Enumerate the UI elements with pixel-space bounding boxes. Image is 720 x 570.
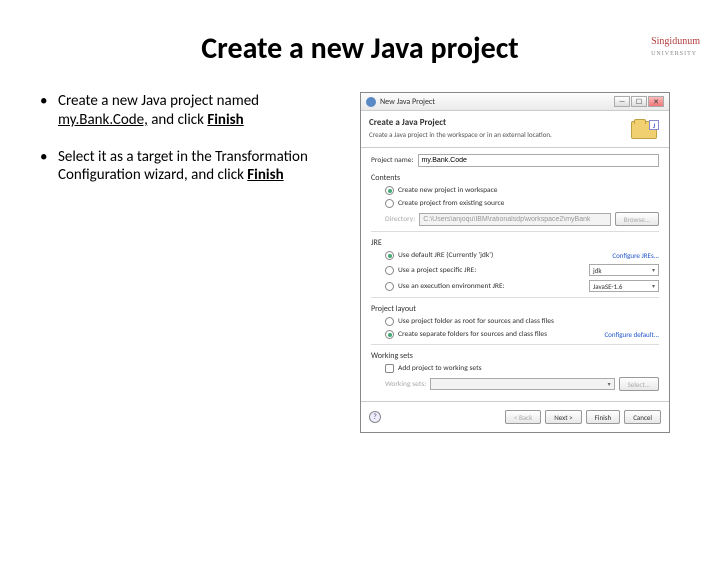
working-sets-combo — [430, 378, 614, 390]
configure-default-link[interactable]: Configure default... — [604, 330, 659, 339]
dialog-header: Create a Java Project Create a Java proj… — [361, 111, 669, 148]
slide-title: Create a new Java project — [0, 30, 720, 67]
project-name-label: Project name: — [371, 156, 414, 165]
dialog-titlebar: New Java Project — ☐ ✕ — [361, 93, 669, 111]
close-button[interactable]: ✕ — [648, 96, 664, 107]
next-button[interactable]: Next > — [545, 410, 581, 424]
directory-label: Directory: — [385, 215, 415, 224]
radio-existing-source[interactable] — [385, 199, 394, 208]
bullet-1: Create a new Java project named my.Bank.… — [40, 92, 340, 130]
radio-root-folder[interactable] — [385, 317, 394, 326]
dialog-footer: ? < Back Next > Finish Cancel — [361, 401, 669, 432]
app-icon — [366, 97, 376, 107]
radio-specific-jre[interactable] — [385, 266, 394, 275]
java-project-icon: J — [631, 117, 661, 141]
finish-button[interactable]: Finish — [586, 410, 621, 424]
help-button[interactable]: ? — [369, 411, 381, 423]
brand-sub: UNIVERSITY — [651, 51, 697, 57]
maximize-button[interactable]: ☐ — [631, 96, 647, 107]
specific-jre-combo[interactable]: jdk — [589, 264, 659, 276]
working-sets-label: Working sets: — [385, 380, 426, 389]
brand-logo: Singidunum UNIVERSITY — [651, 36, 700, 58]
contents-section-title: Contents — [371, 173, 659, 183]
browse-button: Browse... — [615, 212, 659, 226]
radio-exec-env-jre[interactable] — [385, 282, 394, 291]
radio-default-jre[interactable] — [385, 251, 394, 260]
working-sets-title: Working sets — [371, 351, 659, 361]
directory-input — [419, 213, 611, 226]
jre-section-title: JRE — [371, 238, 659, 248]
radio-new-workspace[interactable] — [385, 186, 394, 195]
new-java-project-dialog: New Java Project — ☐ ✕ Create a Java Pro… — [360, 92, 670, 433]
configure-jres-link[interactable]: Configure JREs... — [612, 251, 659, 260]
dialog-title: New Java Project — [380, 97, 435, 107]
header-subtitle: Create a Java project in the workspace o… — [369, 130, 631, 139]
radio-separate-folders[interactable] — [385, 330, 394, 339]
add-to-working-sets-check[interactable] — [385, 364, 394, 373]
cancel-button[interactable]: Cancel — [624, 410, 661, 424]
layout-section-title: Project layout — [371, 304, 659, 314]
bullet-list: Create a new Java project named my.Bank.… — [40, 92, 340, 433]
exec-env-combo[interactable]: JavaSE-1.6 — [589, 280, 659, 292]
header-title: Create a Java Project — [369, 117, 631, 128]
minimize-button[interactable]: — — [614, 96, 630, 107]
back-button: < Back — [505, 410, 541, 424]
brand-name: Singidunum — [651, 36, 700, 47]
project-name-input[interactable] — [418, 154, 660, 167]
select-working-sets-button: Select... — [619, 377, 659, 391]
bullet-2: Select it as a target in the Transformat… — [40, 148, 340, 186]
